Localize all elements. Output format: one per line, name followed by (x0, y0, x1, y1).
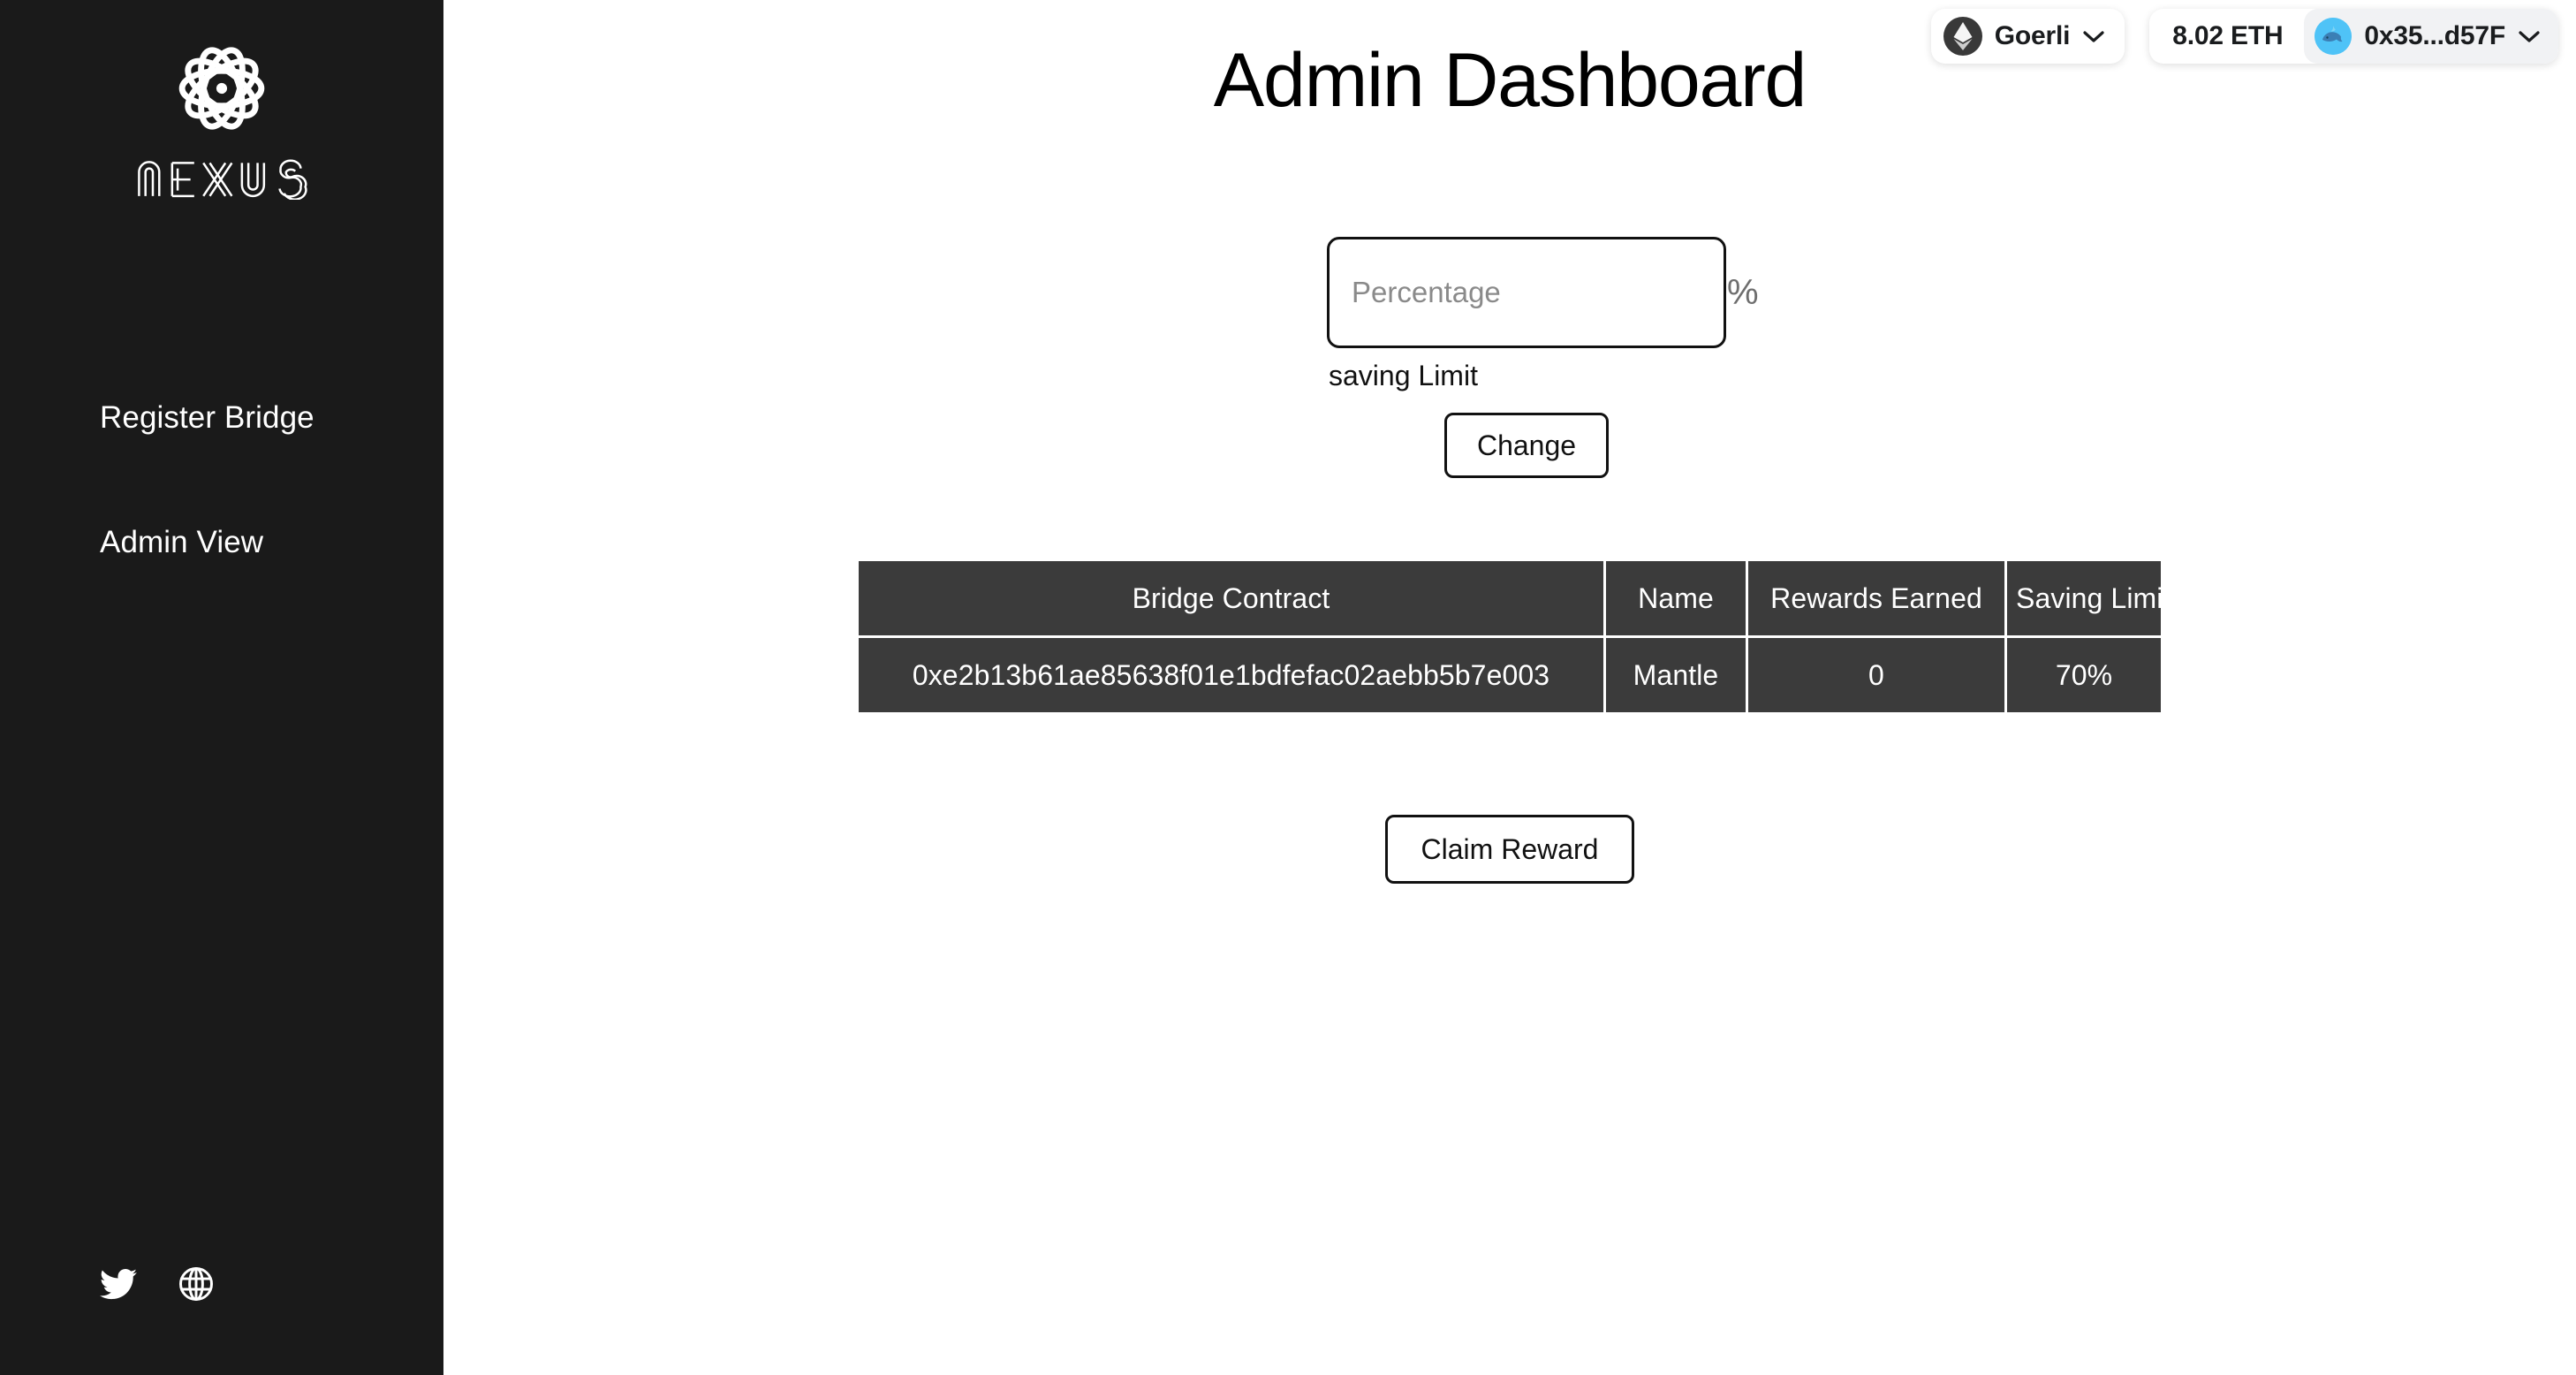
network-selector[interactable]: Goerli (1930, 9, 2125, 64)
cell-saving-limit: 70% (2007, 638, 2161, 712)
wallet-address: 0x35...d57F (2364, 21, 2505, 50)
sidebar: Register Bridge Admin View (0, 0, 443, 1375)
wallet-address-chip[interactable]: 0x35...d57F (2304, 9, 2558, 64)
percentage-input-wrapper: % (1327, 237, 1759, 348)
nexus-wordmark (138, 159, 307, 200)
twitter-icon[interactable] (100, 1265, 137, 1303)
account-pill[interactable]: 8.02 ETH 0x35...d57F (2149, 9, 2558, 64)
chevron-down-icon (2083, 31, 2104, 42)
main-content: Goerli 8.02 ETH 0x35...d57F Admin Dashbo… (443, 0, 2576, 1375)
change-button-row: Change (1327, 413, 1726, 479)
table-body: 0xe2b13b61ae85638f01e1bdfefac02aebb5b7e0… (859, 638, 2161, 712)
saving-limit-form: % saving Limit Change (1327, 237, 1759, 479)
table-header-row: Bridge Contract Name Rewards Earned Savi… (859, 561, 2171, 635)
social-links (100, 1265, 215, 1303)
ethereum-icon (1943, 17, 1982, 56)
nexus-atom-logo (178, 47, 265, 130)
table-row[interactable]: 0xe2b13b61ae85638f01e1bdfefac02aebb5b7e0… (859, 638, 2161, 712)
wallet-bar: Goerli 8.02 ETH 0x35...d57F (1930, 9, 2558, 64)
cell-rewards-earned: 0 (1748, 638, 2004, 712)
bridges-table: Bridge Contract Name Rewards Earned Savi… (856, 558, 2171, 715)
saving-limit-label: saving Limit (1329, 360, 1478, 391)
wallet-balance: 8.02 ETH (2172, 21, 2284, 50)
sidebar-item-register-bridge[interactable]: Register Bridge (100, 400, 314, 436)
claim-reward-row: Claim Reward (443, 815, 2576, 884)
cell-bridge-contract: 0xe2b13b61ae85638f01e1bdfefac02aebb5b7e0… (859, 638, 1603, 712)
bridges-table-wrapper: Bridge Contract Name Rewards Earned Savi… (443, 558, 2576, 715)
column-header-name: Name (1606, 561, 1746, 635)
column-header-bridge-contract: Bridge Contract (859, 561, 1603, 635)
chevron-down-icon (2519, 31, 2540, 42)
claim-reward-button[interactable]: Claim Reward (1384, 815, 1635, 884)
table-head: Bridge Contract Name Rewards Earned Savi… (859, 561, 2171, 635)
whale-avatar-icon (2315, 18, 2352, 55)
change-button[interactable]: Change (1443, 413, 1610, 479)
column-header-rewards-earned: Rewards Earned (1748, 561, 2004, 635)
column-header-saving-limit: Saving Limit (2007, 561, 2171, 635)
sidebar-nav: Register Bridge Admin View (0, 400, 443, 560)
sidebar-item-admin-view[interactable]: Admin View (100, 525, 263, 560)
brand (130, 30, 314, 200)
app-root: Register Bridge Admin View Goerli 8.02 E… (0, 0, 2576, 1375)
globe-icon[interactable] (178, 1265, 215, 1303)
network-name: Goerli (1994, 21, 2071, 50)
percent-symbol: % (1727, 273, 1759, 312)
cell-name: Mantle (1606, 638, 1746, 712)
percentage-input[interactable] (1330, 239, 1727, 346)
